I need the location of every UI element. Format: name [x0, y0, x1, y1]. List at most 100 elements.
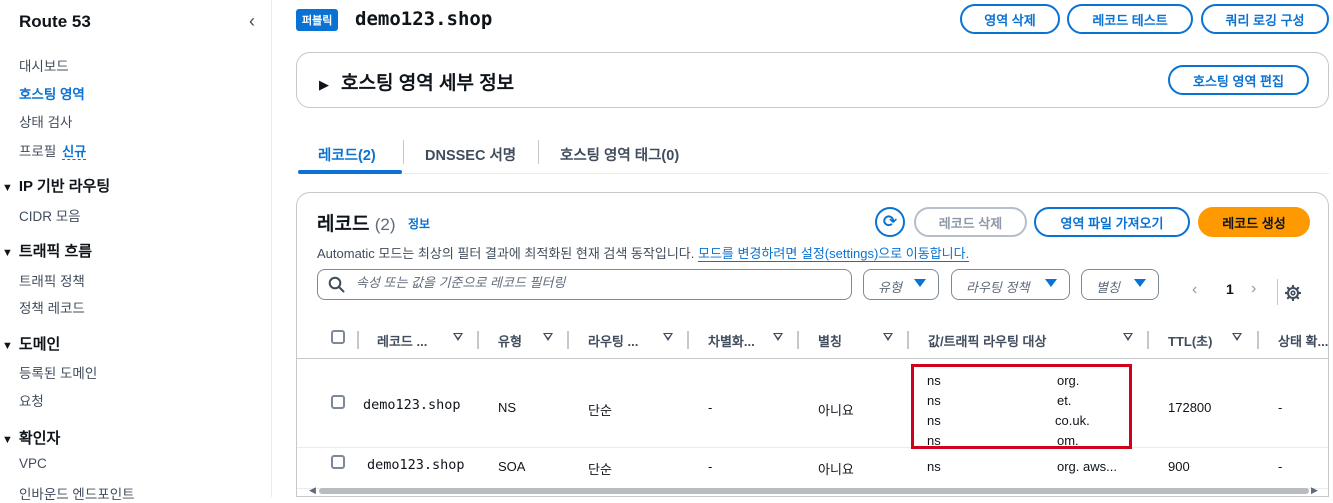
public-badge: 퍼블릭 — [296, 9, 339, 31]
table-header: 레코드 ... 유형 라우팅 ... 차별화... 별칭 값/트래픽 라우팅 대… — [297, 321, 1328, 359]
search-input[interactable] — [356, 275, 836, 290]
sidebar-section-domains[interactable]: ▼ 도메인 — [2, 333, 60, 354]
sort-icon[interactable] — [883, 333, 893, 341]
sidebar-item-traffic-policies[interactable]: 트래픽 정책 — [19, 270, 85, 290]
tab-bar: 레코드(2) DNSSEC 서명 호스팅 영역 태그(0) — [298, 130, 1329, 174]
delete-zone-button[interactable]: 영역 삭제 — [960, 4, 1060, 34]
info-link[interactable]: 정보 — [408, 215, 430, 232]
routing-policy: 단순 — [588, 462, 612, 477]
type-filter-label: 유형 — [878, 280, 902, 295]
automatic-mode-note: Automatic 모드는 최상의 필터 결과에 최적화된 현재 검색 동작입니… — [317, 243, 970, 262]
column-header-type[interactable]: 유형 — [498, 331, 522, 350]
record-type: NS — [498, 400, 517, 415]
sidebar-item-inbound-endpoints[interactable]: 인바운드 엔드포인트 — [19, 483, 135, 503]
sidebar-item-registered-domains[interactable]: 등록된 도메인 — [19, 362, 97, 382]
column-header-health-check[interactable]: 상태 확... — [1278, 331, 1328, 350]
section-title: 도메인 — [18, 336, 61, 353]
sort-icon[interactable] — [543, 333, 553, 341]
record-name[interactable]: demo123.shop — [363, 397, 461, 413]
column-header-alias[interactable]: 별칭 — [818, 331, 842, 350]
previous-page-icon[interactable]: ‹ — [1192, 281, 1197, 298]
sort-icon[interactable] — [663, 333, 673, 341]
sidebar-section-traffic-flow[interactable]: ▼ 트래픽 흐름 — [2, 240, 92, 261]
differentiator: - — [708, 459, 713, 474]
next-page-icon[interactable]: › — [1251, 280, 1256, 298]
record-filter-search[interactable] — [317, 269, 852, 300]
column-header-routing-policy[interactable]: 라우팅 ... — [588, 331, 638, 350]
column-divider — [1147, 331, 1149, 349]
section-title: 확인자 — [18, 430, 61, 447]
routing-policy: 단순 — [588, 403, 612, 418]
create-record-button[interactable]: 레코드 생성 — [1198, 207, 1310, 237]
alias-value: 아니요 — [818, 403, 854, 418]
sidebar-section-ip-routing[interactable]: ▼ IP 기반 라우팅 — [2, 175, 110, 196]
records-title: 레코드 — [317, 214, 370, 235]
sidebar-item-cidr[interactable]: CIDR 모음 — [19, 205, 81, 225]
sidebar-title[interactable]: Route 53 — [19, 12, 91, 31]
select-all-checkbox[interactable] — [331, 330, 345, 344]
sidebar-item-policy-records[interactable]: 정책 레코드 — [19, 297, 85, 317]
tab-tags[interactable]: 호스팅 영역 태그(0) — [560, 144, 679, 165]
sidebar-item-health-checks[interactable]: 상태 검사 — [19, 111, 72, 131]
caret-down-icon — [1134, 279, 1146, 287]
alias-filter-dropdown[interactable]: 별칭 — [1081, 269, 1159, 300]
sort-icon[interactable] — [773, 333, 783, 341]
test-record-button[interactable]: 레코드 테스트 — [1067, 4, 1193, 34]
settings-link[interactable]: 모드를 변경하려면 설정(settings)으로 이동합니다. — [697, 246, 970, 262]
scroll-left-icon[interactable]: ◀ — [309, 485, 316, 496]
scroll-right-icon[interactable]: ▶ — [1311, 485, 1318, 496]
scrollbar-thumb[interactable] — [319, 488, 1309, 494]
table-row[interactable]: demo123.shop NS 단순 - 아니요 172800 - — [297, 360, 1328, 448]
alias-filter-label: 별칭 — [1096, 280, 1120, 295]
column-divider — [907, 331, 909, 349]
tab-dnssec[interactable]: DNSSEC 서명 — [425, 144, 516, 165]
routing-policy-filter-dropdown[interactable]: 라우팅 정책 — [951, 269, 1070, 300]
column-header-differentiator[interactable]: 차별화... — [708, 331, 755, 350]
sidebar-item-requests[interactable]: 요청 — [19, 390, 44, 410]
edit-hosted-zone-button[interactable]: 호스팅 영역 편집 — [1168, 65, 1309, 95]
column-header-value[interactable]: 값/트래픽 라우팅 대상 — [928, 331, 1046, 350]
sidebar-item-hosted-zones[interactable]: 호스팅 영역 — [19, 83, 85, 103]
gear-icon[interactable] — [1285, 285, 1301, 301]
row-checkbox[interactable] — [331, 395, 345, 409]
section-title: 트래픽 흐름 — [18, 243, 93, 260]
highlight-box — [911, 364, 1132, 449]
health-check-value: - — [1278, 459, 1283, 474]
sort-icon[interactable] — [1232, 333, 1242, 341]
sidebar-item-profiles[interactable]: 프로필 신규 — [19, 140, 87, 160]
sort-icon[interactable] — [453, 333, 463, 341]
ttl-value: 900 — [1168, 459, 1190, 474]
sort-icon[interactable] — [1123, 333, 1133, 341]
sidebar-item-dashboard[interactable]: 대시보드 — [19, 55, 69, 75]
search-icon — [328, 276, 345, 293]
records-container: 레코드 (2) 정보 ⟳ 레코드 삭제 영역 파일 가져오기 레코드 생성 Au… — [296, 192, 1329, 497]
health-check-value: - — [1278, 400, 1283, 415]
row-checkbox[interactable] — [331, 455, 345, 469]
sidebar-header: Route 53 ‹ — [19, 11, 255, 34]
refresh-icon[interactable]: ⟳ — [875, 207, 905, 237]
table-row[interactable]: demo123.shop SOA 단순 - 아니요 ns org. aws...… — [297, 449, 1328, 489]
active-tab-indicator — [298, 170, 402, 174]
section-title: IP 기반 라우팅 — [18, 178, 111, 195]
collapse-sidebar-icon[interactable]: ‹ — [249, 11, 255, 32]
sidebar-item-label: 프로필 — [19, 144, 57, 159]
current-page[interactable]: 1 — [1226, 281, 1234, 297]
sidebar-item-vpc[interactable]: VPC — [19, 456, 47, 471]
column-header-record-name[interactable]: 레코드 ... — [377, 331, 427, 350]
tab-records[interactable]: 레코드(2) — [318, 144, 376, 165]
differentiator: - — [708, 400, 713, 415]
column-divider — [1257, 331, 1259, 349]
caret-down-icon: ▼ — [2, 247, 13, 259]
sidebar-section-resolver[interactable]: ▼ 확인자 — [2, 427, 60, 448]
type-filter-dropdown[interactable]: 유형 — [863, 269, 939, 300]
horizontal-scrollbar[interactable]: ◀ ▶ — [309, 485, 1319, 496]
records-count: (2) — [374, 215, 396, 234]
column-header-ttl[interactable]: TTL(초) — [1168, 331, 1212, 350]
new-badge[interactable]: 신규 — [62, 144, 87, 160]
delete-record-button[interactable]: 레코드 삭제 — [914, 207, 1027, 237]
details-toggle[interactable]: ▶ 호스팅 영역 세부 정보 — [319, 68, 514, 95]
column-divider — [567, 331, 569, 349]
record-name[interactable]: demo123.shop — [367, 457, 465, 473]
configure-query-logging-button[interactable]: 쿼리 로깅 구성 — [1201, 4, 1329, 34]
import-zone-file-button[interactable]: 영역 파일 가져오기 — [1034, 207, 1190, 237]
